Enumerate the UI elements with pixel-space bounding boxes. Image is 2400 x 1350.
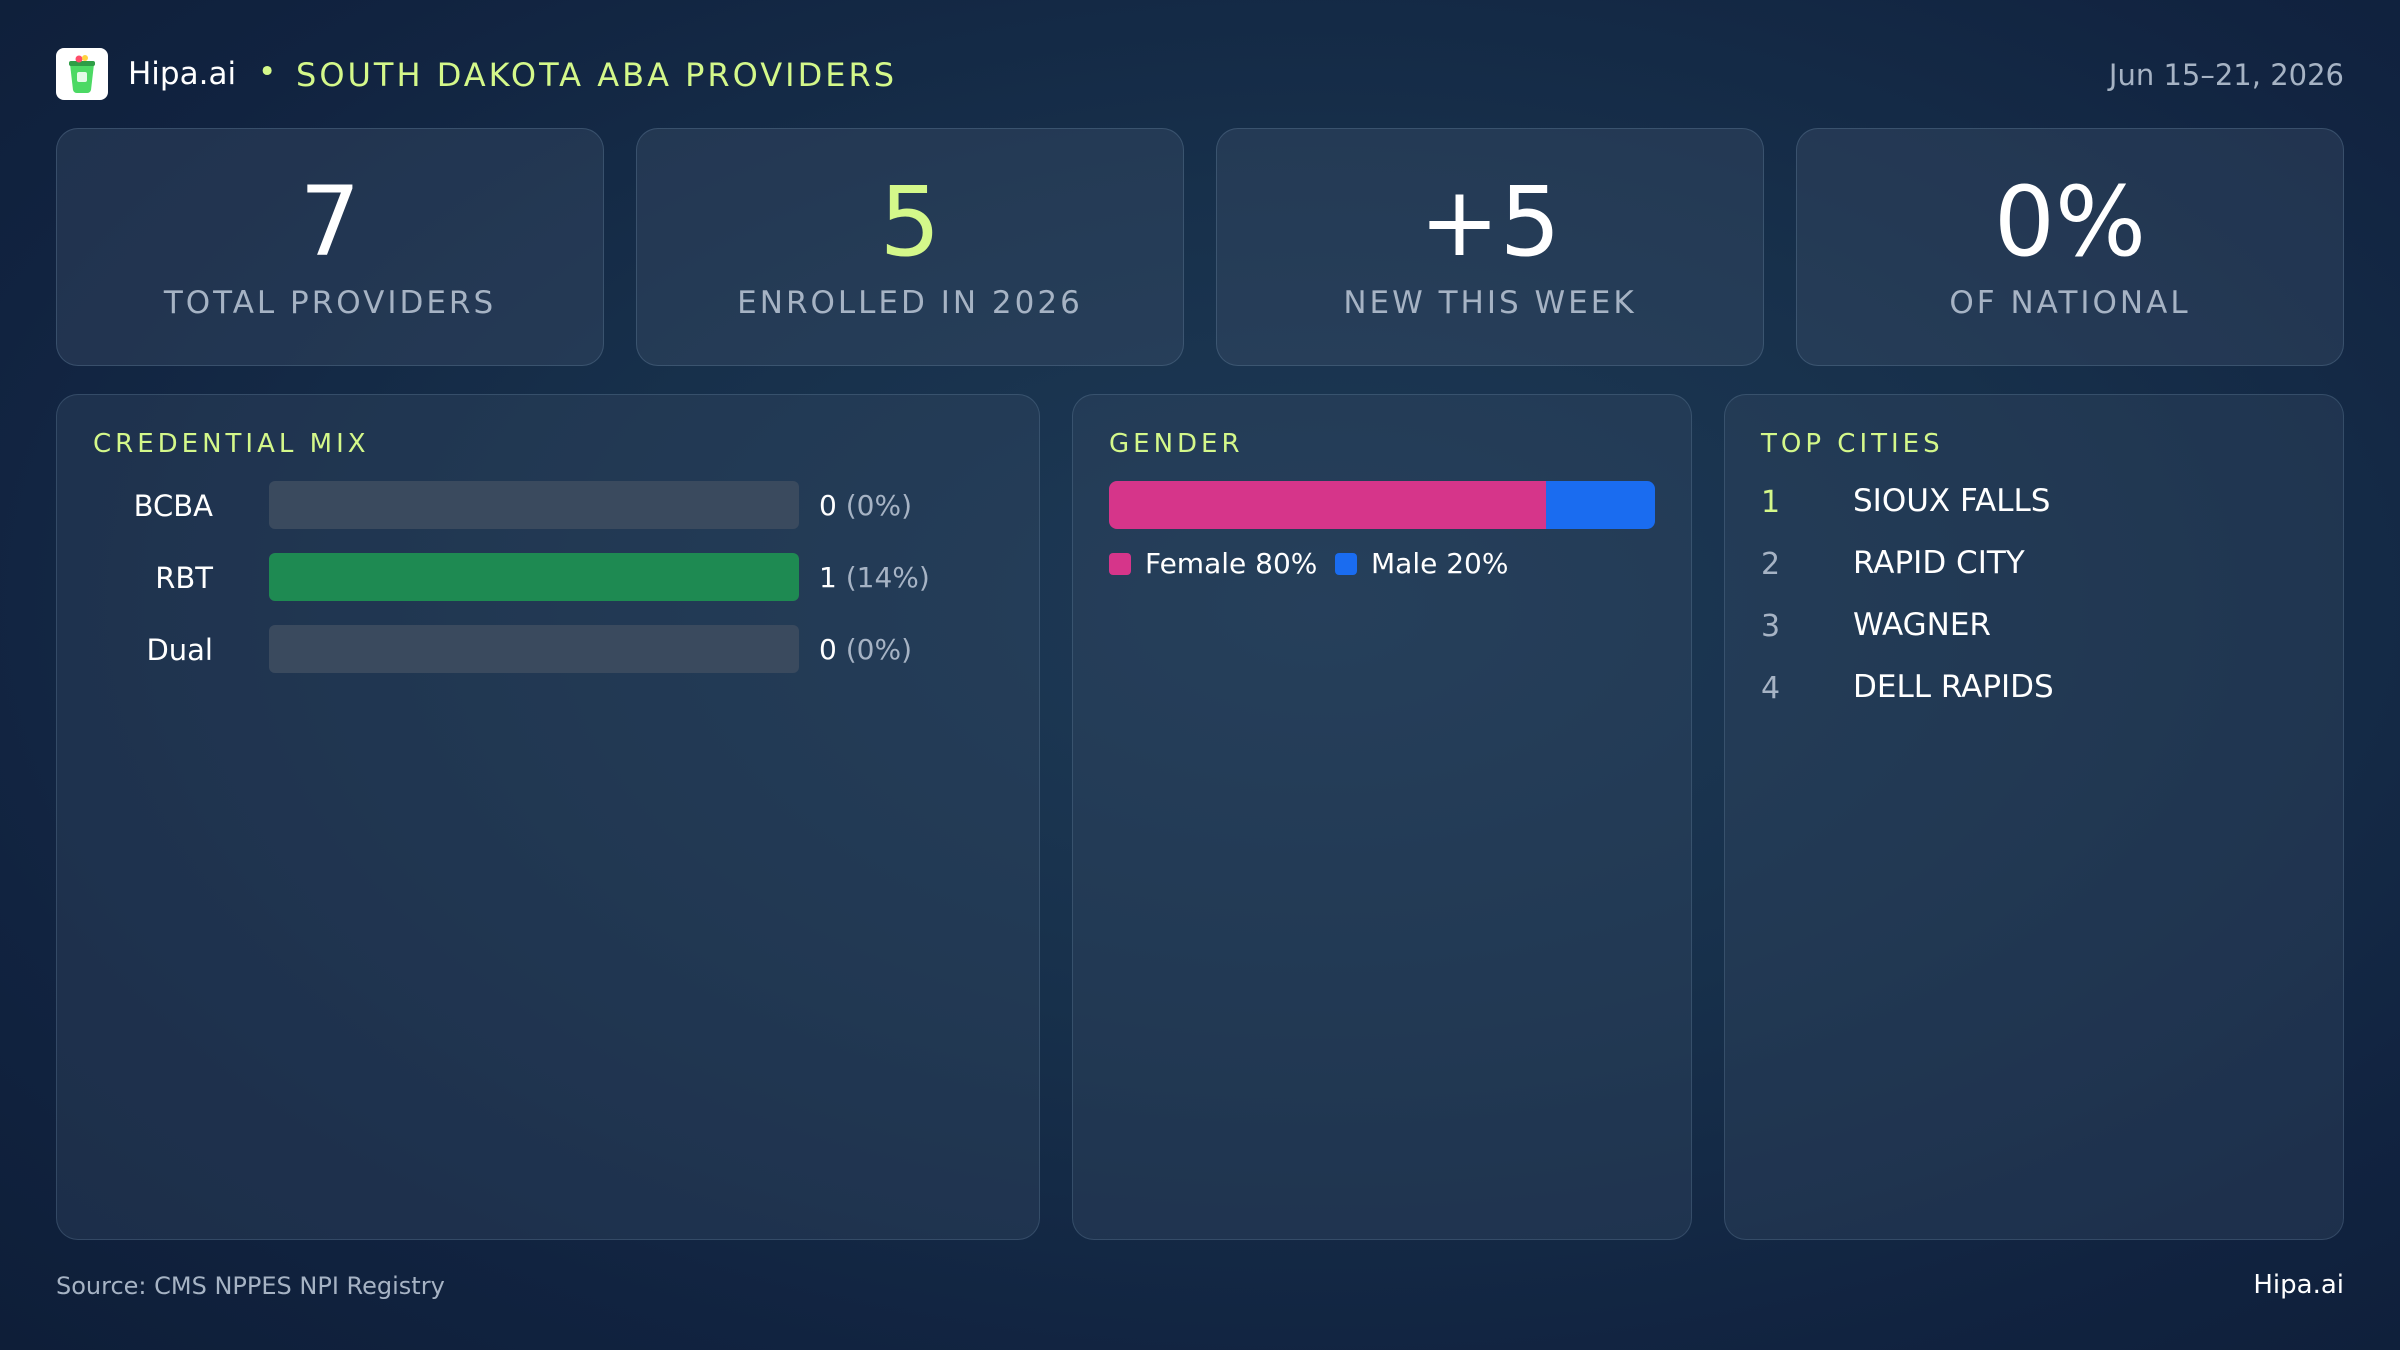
female-swatch-icon xyxy=(1109,553,1131,575)
credential-bar-track xyxy=(269,481,799,529)
legend-item-female: Female 80% xyxy=(1109,545,1329,585)
stat-label: OF NATIONAL xyxy=(1949,285,2191,321)
city-rank: 4 xyxy=(1761,671,1781,706)
credential-count-value: 1 xyxy=(819,561,837,594)
city-item: 1 SIOUX FALLS xyxy=(1761,481,2321,525)
legend-label: Female 80% xyxy=(1145,547,1318,580)
credential-count: 0 (0%) xyxy=(819,633,912,666)
credential-pct: (0%) xyxy=(845,489,913,522)
footer-brand: Hipa.ai xyxy=(2253,1270,2344,1300)
credential-label: RBT xyxy=(155,561,213,595)
panel-title: TOP CITIES xyxy=(1761,429,1944,459)
stat-value: +5 xyxy=(1419,166,1561,278)
gender-bar-male xyxy=(1545,481,1655,529)
page-title: SOUTH DAKOTA ABA PROVIDERS xyxy=(296,56,898,94)
panel-title: GENDER xyxy=(1109,429,1244,459)
legend-item-male: Male 20% xyxy=(1335,545,1535,585)
city-name: SIOUX FALLS xyxy=(1853,483,2051,519)
city-item: 4 DELL RAPIDS xyxy=(1761,667,2321,711)
stat-card-total-providers: 7 TOTAL PROVIDERS xyxy=(56,128,604,366)
gender-bar xyxy=(1109,481,1655,529)
panel-title: CREDENTIAL MIX xyxy=(93,429,370,459)
city-rank: 3 xyxy=(1761,609,1781,644)
source-note: Source: CMS NPPES NPI Registry xyxy=(56,1272,445,1300)
legend-label: Male 20% xyxy=(1371,547,1509,580)
credential-row-rbt: RBT 1 (14%) xyxy=(93,553,993,603)
stat-card-enrolled: 5 ENROLLED IN 2026 xyxy=(636,128,1184,366)
hipa-logo-icon xyxy=(56,48,108,100)
credential-row-bcba: BCBA 0 (0%) xyxy=(93,481,993,531)
stat-card-new-this-week: +5 NEW THIS WEEK xyxy=(1216,128,1764,366)
stat-value: 0% xyxy=(1993,166,2147,278)
credential-label: BCBA xyxy=(133,489,213,523)
stat-card-of-national: 0% OF NATIONAL xyxy=(1796,128,2344,366)
credential-count-value: 0 xyxy=(819,633,837,666)
city-rank: 2 xyxy=(1761,547,1781,582)
credential-bar-fill xyxy=(269,553,799,601)
stat-label: ENROLLED IN 2026 xyxy=(737,285,1083,321)
city-name: DELL RAPIDS xyxy=(1853,669,2054,705)
brand-name: Hipa.ai xyxy=(128,56,237,92)
credential-count-value: 0 xyxy=(819,489,837,522)
gender-bar-female xyxy=(1109,481,1546,529)
city-item: 3 WAGNER xyxy=(1761,605,2321,649)
date-range: Jun 15–21, 2026 xyxy=(2108,58,2344,92)
city-rank: 1 xyxy=(1761,485,1781,520)
credential-pct: (14%) xyxy=(845,561,930,594)
header: Hipa.ai • SOUTH DAKOTA ABA PROVIDERS Jun… xyxy=(56,46,2344,102)
credential-bar-track xyxy=(269,553,799,601)
credential-label: Dual xyxy=(146,633,213,667)
header-separator: • xyxy=(258,54,277,90)
stat-label: NEW THIS WEEK xyxy=(1343,285,1637,321)
credential-count: 0 (0%) xyxy=(819,489,912,522)
city-name: RAPID CITY xyxy=(1853,545,2025,581)
stat-value: 5 xyxy=(879,166,941,278)
city-name: WAGNER xyxy=(1853,607,1991,643)
credential-mix-panel: CREDENTIAL MIX BCBA 0 (0%) RBT 1 (14%) D… xyxy=(56,394,1040,1240)
stat-value: 7 xyxy=(299,166,361,278)
city-item: 2 RAPID CITY xyxy=(1761,543,2321,587)
credential-count: 1 (14%) xyxy=(819,561,930,594)
credential-bar-track xyxy=(269,625,799,673)
gender-legend: Female 80% Male 20% xyxy=(1109,545,1669,585)
gender-panel: GENDER Female 80% Male 20% xyxy=(1072,394,1692,1240)
male-swatch-icon xyxy=(1335,553,1357,575)
stat-label: TOTAL PROVIDERS xyxy=(163,285,497,321)
credential-row-dual: Dual 0 (0%) xyxy=(93,625,993,675)
top-cities-panel: TOP CITIES 1 SIOUX FALLS 2 RAPID CITY 3 … xyxy=(1724,394,2344,1240)
credential-pct: (0%) xyxy=(845,633,913,666)
